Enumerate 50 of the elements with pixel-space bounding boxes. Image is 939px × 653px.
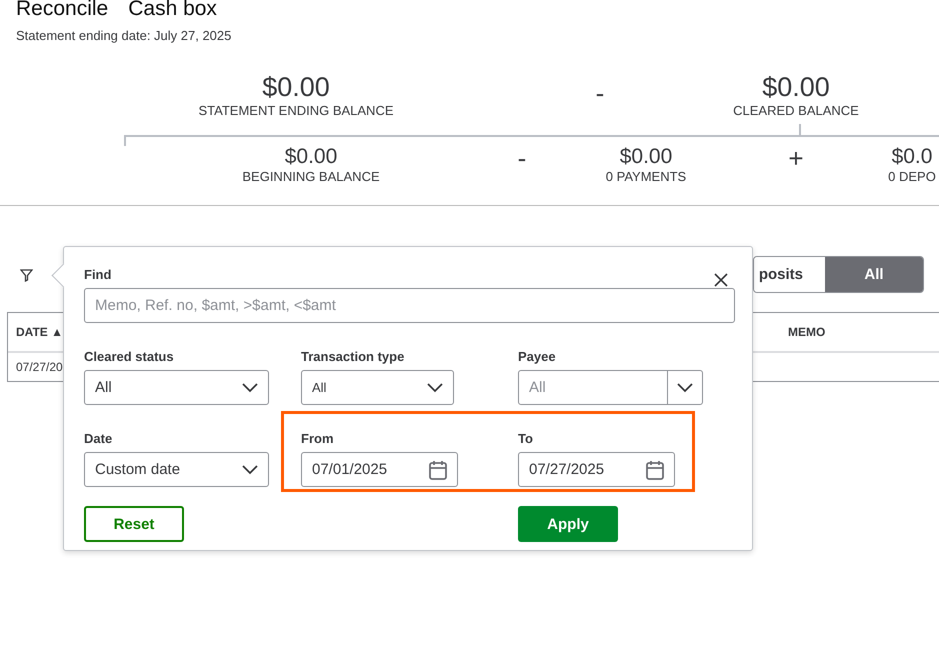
dropdown-value: Custom date bbox=[95, 461, 180, 478]
balance-amount: $0.0 bbox=[892, 145, 932, 169]
field-label: From bbox=[301, 431, 334, 446]
dropdown-field[interactable]: All bbox=[84, 370, 269, 405]
date-field[interactable]: 07/01/2025 bbox=[301, 452, 458, 487]
balance-amount: $0.00 bbox=[284, 145, 338, 169]
balance-label: 0 PAYMENTS bbox=[606, 169, 686, 184]
reset-button[interactable]: Reset bbox=[84, 506, 184, 542]
dropdown-value: All bbox=[95, 379, 112, 396]
page-title: Reconcile bbox=[16, 0, 108, 20]
chevron-down-icon bbox=[242, 464, 258, 474]
field-label: To bbox=[518, 431, 533, 446]
field-label: Payee bbox=[518, 349, 556, 364]
chevron-down-icon bbox=[242, 382, 258, 392]
chevron-down-icon bbox=[427, 382, 443, 392]
account-name: Cash box bbox=[128, 0, 217, 20]
operator-sign: + bbox=[788, 143, 804, 174]
balance-amount: $0.00 bbox=[262, 72, 330, 103]
statement-date: Statement ending date: July 27, 2025 bbox=[16, 28, 232, 43]
close-icon[interactable] bbox=[714, 273, 728, 287]
calendar-icon bbox=[646, 460, 664, 480]
apply-button[interactable]: Apply bbox=[518, 506, 618, 542]
combo-placeholder: All bbox=[529, 379, 546, 396]
filter-icon[interactable] bbox=[20, 269, 33, 282]
table-cell: 07/27/20 bbox=[16, 360, 63, 374]
date-field[interactable]: 07/27/2025 bbox=[518, 452, 675, 487]
balance-amount: $0.00 bbox=[620, 145, 672, 169]
find-field[interactable]: Memo, Ref. no, $amt, >$amt, <$amt bbox=[84, 288, 735, 323]
balance-label: 0 DEPO bbox=[888, 169, 936, 184]
column-header[interactable]: MEMO bbox=[788, 325, 826, 339]
balance-label: BEGINNING BALANCE bbox=[242, 169, 380, 184]
operator-sign: - bbox=[596, 78, 604, 109]
balance-label: STATEMENT ENDING BALANCE bbox=[198, 103, 394, 118]
calendar-icon bbox=[429, 460, 447, 480]
balance-label: CLEARED BALANCE bbox=[733, 103, 859, 118]
field-label: Cleared status bbox=[84, 349, 174, 364]
field-label: Date bbox=[84, 431, 112, 446]
bracket-tick bbox=[799, 124, 801, 135]
balance-amount: $0.00 bbox=[762, 72, 830, 103]
dropdown-value: All bbox=[312, 380, 326, 395]
date-value: 07/27/2025 bbox=[529, 461, 604, 478]
operator-sign: - bbox=[518, 143, 526, 174]
date-value: 07/01/2025 bbox=[312, 461, 388, 478]
field-label: Find bbox=[84, 267, 112, 282]
chevron-down-icon bbox=[677, 382, 693, 392]
field-label: Transaction type bbox=[301, 349, 404, 364]
segment-tab[interactable]: All bbox=[825, 257, 923, 292]
column-header[interactable]: DATE ▲ bbox=[16, 325, 63, 339]
dropdown-field[interactable]: All bbox=[301, 370, 454, 405]
dropdown-field[interactable]: Custom date bbox=[84, 452, 269, 487]
